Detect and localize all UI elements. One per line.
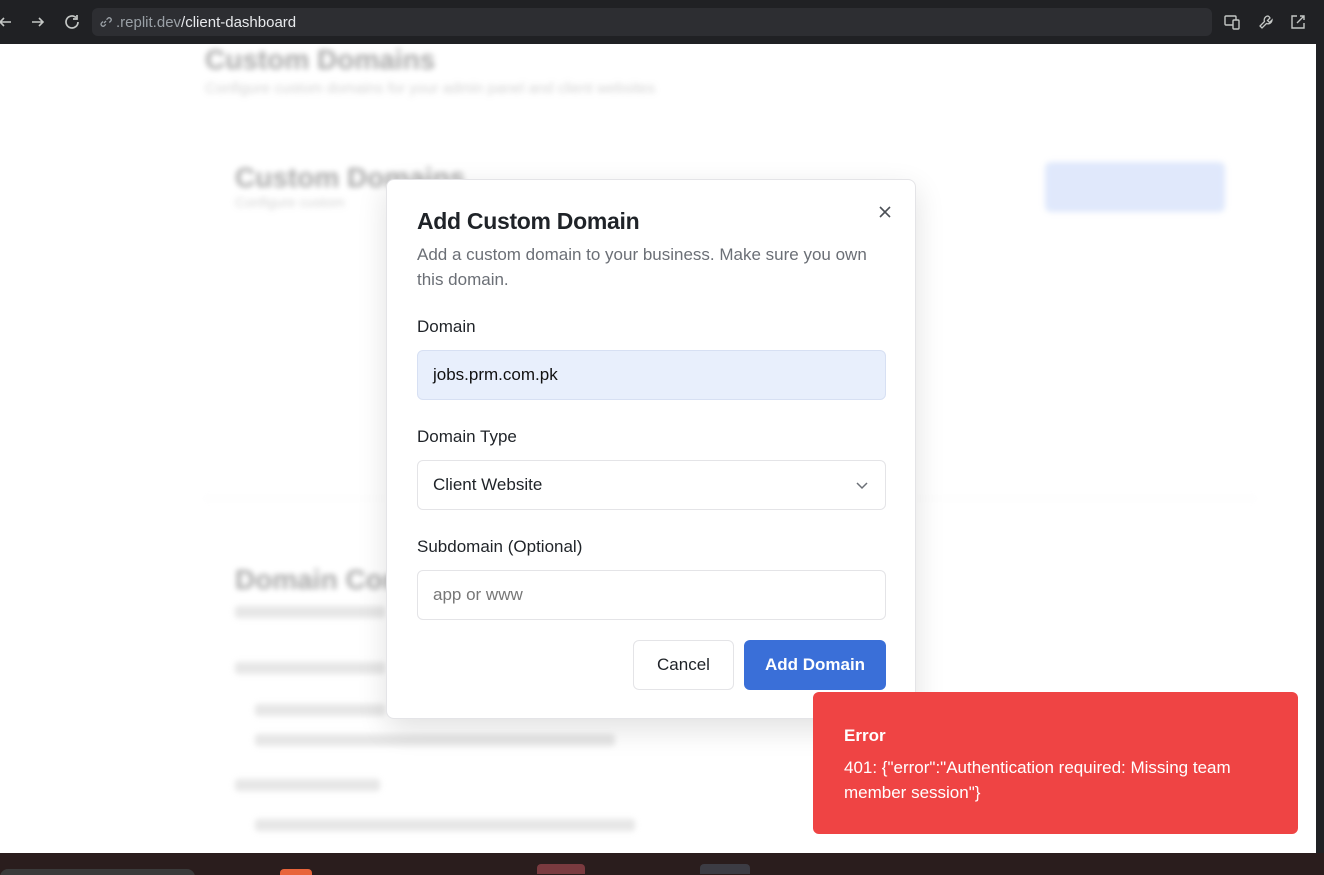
domain-type-label: Domain Type bbox=[417, 427, 517, 446]
add-domain-button[interactable]: Add Domain bbox=[744, 640, 886, 690]
reload-icon[interactable] bbox=[59, 9, 85, 35]
taskbar-app-icon[interactable] bbox=[280, 869, 312, 875]
cancel-button[interactable]: Cancel bbox=[633, 640, 734, 690]
address-bar[interactable]: .replit.dev/client-dashboard bbox=[92, 8, 1212, 36]
domain-label: Domain bbox=[417, 317, 476, 336]
domain-type-select[interactable]: Client Website bbox=[417, 460, 886, 510]
error-toast[interactable]: Error 401: {"error":"Authentication requ… bbox=[813, 692, 1298, 834]
taskbar-search[interactable] bbox=[0, 869, 195, 875]
url-path: /client-dashboard bbox=[181, 13, 297, 31]
os-taskbar bbox=[0, 853, 1324, 875]
browser-toolbar: .replit.dev/client-dashboard bbox=[0, 0, 1324, 44]
forward-icon[interactable] bbox=[25, 9, 51, 35]
subdomain-placeholder: app or www bbox=[433, 585, 523, 604]
domain-input[interactable]: jobs.prm.com.pk bbox=[417, 350, 886, 400]
toast-title: Error bbox=[844, 726, 886, 745]
domain-input-value: jobs.prm.com.pk bbox=[433, 365, 558, 384]
chevron-down-icon bbox=[855, 477, 869, 497]
add-domain-dialog: Add Custom Domain Add a custom domain to… bbox=[386, 179, 916, 719]
subdomain-input[interactable]: app or www bbox=[417, 570, 886, 620]
taskbar-app-icon[interactable] bbox=[537, 864, 585, 874]
close-icon[interactable] bbox=[873, 200, 897, 224]
toast-message: 401: {"error":"Authentication required: … bbox=[844, 758, 1231, 802]
url-host: .replit.dev bbox=[116, 13, 182, 31]
open-external-icon[interactable] bbox=[1285, 9, 1311, 35]
wrench-icon[interactable] bbox=[1253, 9, 1279, 35]
dialog-title: Add Custom Domain bbox=[417, 208, 640, 234]
taskbar-app-icon[interactable] bbox=[700, 864, 750, 874]
domain-type-value: Client Website bbox=[433, 475, 543, 494]
devices-icon[interactable] bbox=[1219, 9, 1245, 35]
subdomain-label: Subdomain (Optional) bbox=[417, 537, 583, 556]
back-icon[interactable] bbox=[0, 9, 18, 35]
window-edge bbox=[1316, 44, 1324, 853]
link-icon bbox=[98, 15, 112, 29]
dialog-description: Add a custom domain to your business. Ma… bbox=[417, 245, 867, 289]
